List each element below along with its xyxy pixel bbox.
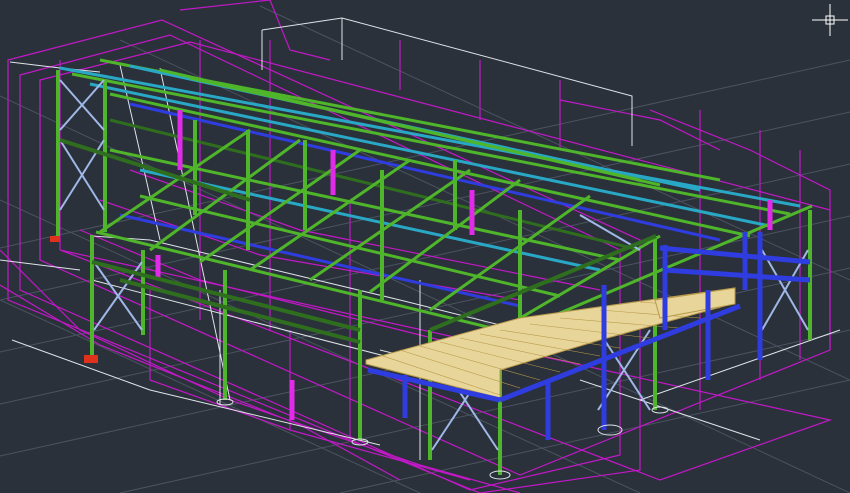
footings: [216, 398, 669, 480]
model-viewport[interactable]: [0, 0, 850, 493]
roof-purlins: [59, 58, 801, 332]
ucs-crosshair-icon[interactable]: [812, 4, 848, 36]
steel-structure-drawing: [0, 0, 850, 493]
magenta-envelopes: [0, 0, 833, 493]
